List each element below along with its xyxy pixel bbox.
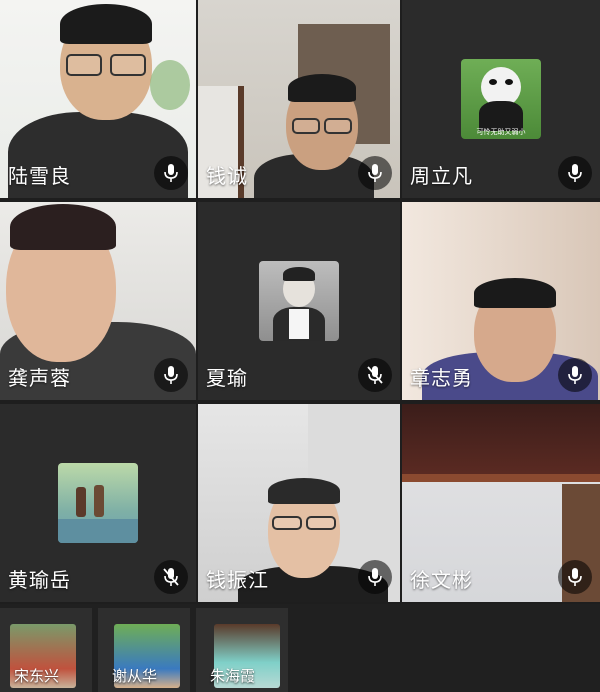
participant-name: 陆雪良 (8, 164, 71, 188)
microphone-icon[interactable] (154, 358, 188, 392)
participant-tile[interactable]: 黄瑜岳 (0, 404, 196, 602)
participant-name: 徐文彬 (410, 568, 473, 592)
participant-name: 周立凡 (410, 164, 473, 188)
participant-tile[interactable]: 徐文彬 (402, 404, 600, 602)
participant-tile[interactable]: 夏瑜 (198, 202, 400, 400)
participant-name: 龚声蓉 (8, 366, 71, 390)
participant-name: 黄瑜岳 (8, 568, 71, 592)
participant-tile[interactable]: 钱诚 (198, 0, 400, 198)
microphone-icon[interactable] (358, 156, 392, 190)
microphone-muted-icon[interactable] (358, 358, 392, 392)
avatar-caption: 可怜无助又弱小 (476, 128, 526, 136)
participant-tile[interactable]: 章志勇 (402, 202, 600, 400)
participant-name: 章志勇 (410, 366, 473, 390)
participant-tile[interactable]: 钱振江 (198, 404, 400, 602)
participant-name: 谢从华 (112, 667, 158, 685)
microphone-icon[interactable] (558, 358, 592, 392)
strip-participant-tile[interactable]: 朱海霞 (196, 608, 288, 692)
participant-tile[interactable]: 可怜无助又弱小 周立凡 (402, 0, 600, 198)
participant-name: 宋东兴 (14, 667, 60, 685)
avatar: 可怜无助又弱小 (461, 59, 541, 139)
strip-participant-tile[interactable]: 宋东兴 (0, 608, 92, 692)
participant-tile[interactable]: 龚声蓉 (0, 202, 196, 400)
avatar (58, 463, 138, 543)
participant-name: 夏瑜 (206, 366, 248, 390)
microphone-icon[interactable] (154, 156, 188, 190)
strip-participant-tile[interactable]: 谢从华 (98, 608, 190, 692)
microphone-icon[interactable] (558, 560, 592, 594)
participant-name: 钱诚 (206, 164, 248, 188)
participant-strip[interactable]: 宋东兴 谢从华 朱海霞 (0, 604, 600, 692)
avatar (259, 261, 339, 341)
participant-name: 钱振江 (206, 568, 269, 592)
microphone-muted-icon[interactable] (154, 560, 188, 594)
participant-name: 朱海霞 (210, 667, 256, 685)
video-grid: 陆雪良 钱诚 可怜无助又弱小 周立凡 龚声蓉 夏瑜 章志勇 黄瑜岳 钱振江 徐文… (0, 0, 600, 604)
participant-tile[interactable]: 陆雪良 (0, 0, 196, 198)
microphone-icon[interactable] (358, 560, 392, 594)
microphone-icon[interactable] (558, 156, 592, 190)
